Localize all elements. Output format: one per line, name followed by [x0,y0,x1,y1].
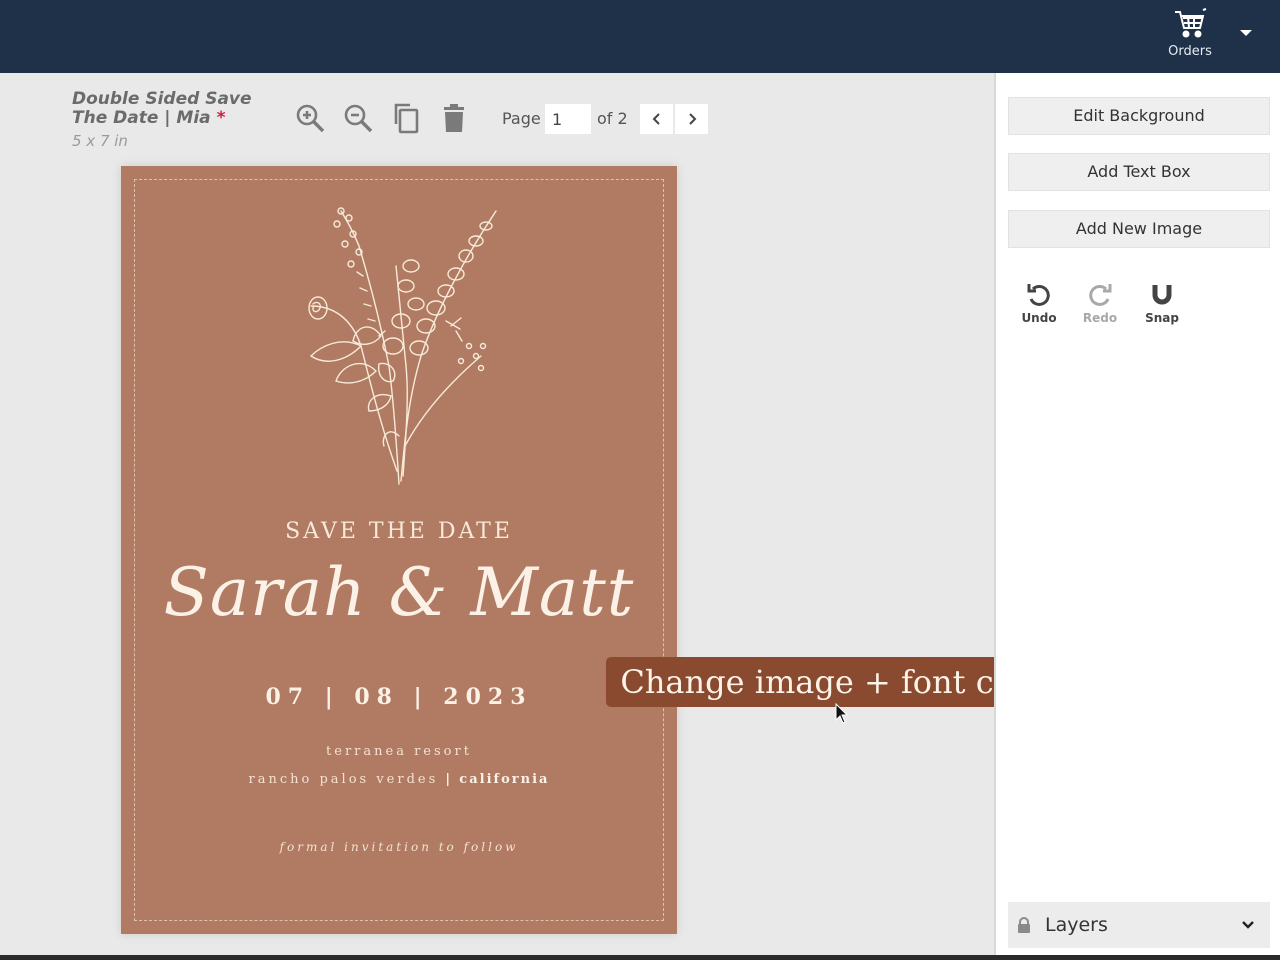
cart-icon [1175,8,1207,38]
window-bottom-edge [0,955,1280,960]
zoom-out-icon [344,104,373,133]
event-date-text[interactable]: 07 | 08 | 2023 [121,684,677,710]
edit-background-button[interactable]: Edit Background [1008,97,1270,135]
zoom-in-button[interactable] [294,102,326,134]
top-navigation-bar: Orders [0,0,1280,73]
redo-label: Redo [1082,311,1118,325]
undo-icon [1027,284,1050,306]
add-new-image-button[interactable]: Add New Image [1008,210,1270,248]
magnet-icon [1152,285,1172,305]
orders-label: Orders [1168,44,1212,59]
chevron-down-icon [1242,921,1254,929]
caret-down-icon[interactable] [1240,30,1252,36]
layers-panel-toggle[interactable]: Layers [1008,902,1270,948]
unsaved-indicator: * [216,108,226,128]
document-title: Double Sided Save The Date | Mia * [72,90,282,128]
couple-names-text[interactable]: Sarah & Matt [121,554,677,631]
footer-text[interactable]: formal invitation to follow [121,840,677,854]
page-number-input[interactable] [545,104,591,134]
next-page-button[interactable] [675,104,708,134]
previous-page-button[interactable] [640,104,673,134]
location-separator: | [445,772,453,787]
orders-button[interactable]: Orders [1160,8,1220,64]
venue-text[interactable]: terranea resort [121,744,677,759]
snap-label: Snap [1145,311,1179,325]
location-text[interactable]: rancho palos verdes | california [121,772,677,787]
copy-icon [394,103,419,134]
chevron-left-icon [652,113,660,125]
headline-text[interactable]: SAVE THE DATE [121,519,677,544]
zoom-out-button[interactable] [342,102,374,134]
editor-sidebar: Edit Background Add Text Box Add New Ima… [994,73,1280,960]
state-text: california [459,772,550,787]
redo-button[interactable]: Redo [1075,281,1125,325]
snap-button[interactable]: Snap [1137,281,1187,325]
page-count: of 2 [597,109,628,128]
city-text: rancho palos verdes [248,772,439,787]
zoom-in-icon [296,104,325,133]
trash-icon [444,104,464,132]
add-text-box-button[interactable]: Add Text Box [1008,153,1270,191]
document-size: 5 x 7 in [72,132,128,150]
redo-icon [1089,284,1112,306]
duplicate-button[interactable] [390,102,422,134]
save-the-date-card[interactable]: SAVE THE DATE Sarah & Matt 07 | 08 | 202… [121,166,677,934]
mouse-cursor-icon [835,703,849,724]
chevron-right-icon [688,113,696,125]
undo-label: Undo [1021,311,1057,325]
delete-button[interactable] [438,102,470,134]
page-label: Page [502,109,541,128]
floral-bouquet-image[interactable] [281,196,521,496]
layers-label: Layers [1045,914,1108,936]
undo-button[interactable]: Undo [1014,281,1064,325]
lock-icon [1018,917,1030,933]
